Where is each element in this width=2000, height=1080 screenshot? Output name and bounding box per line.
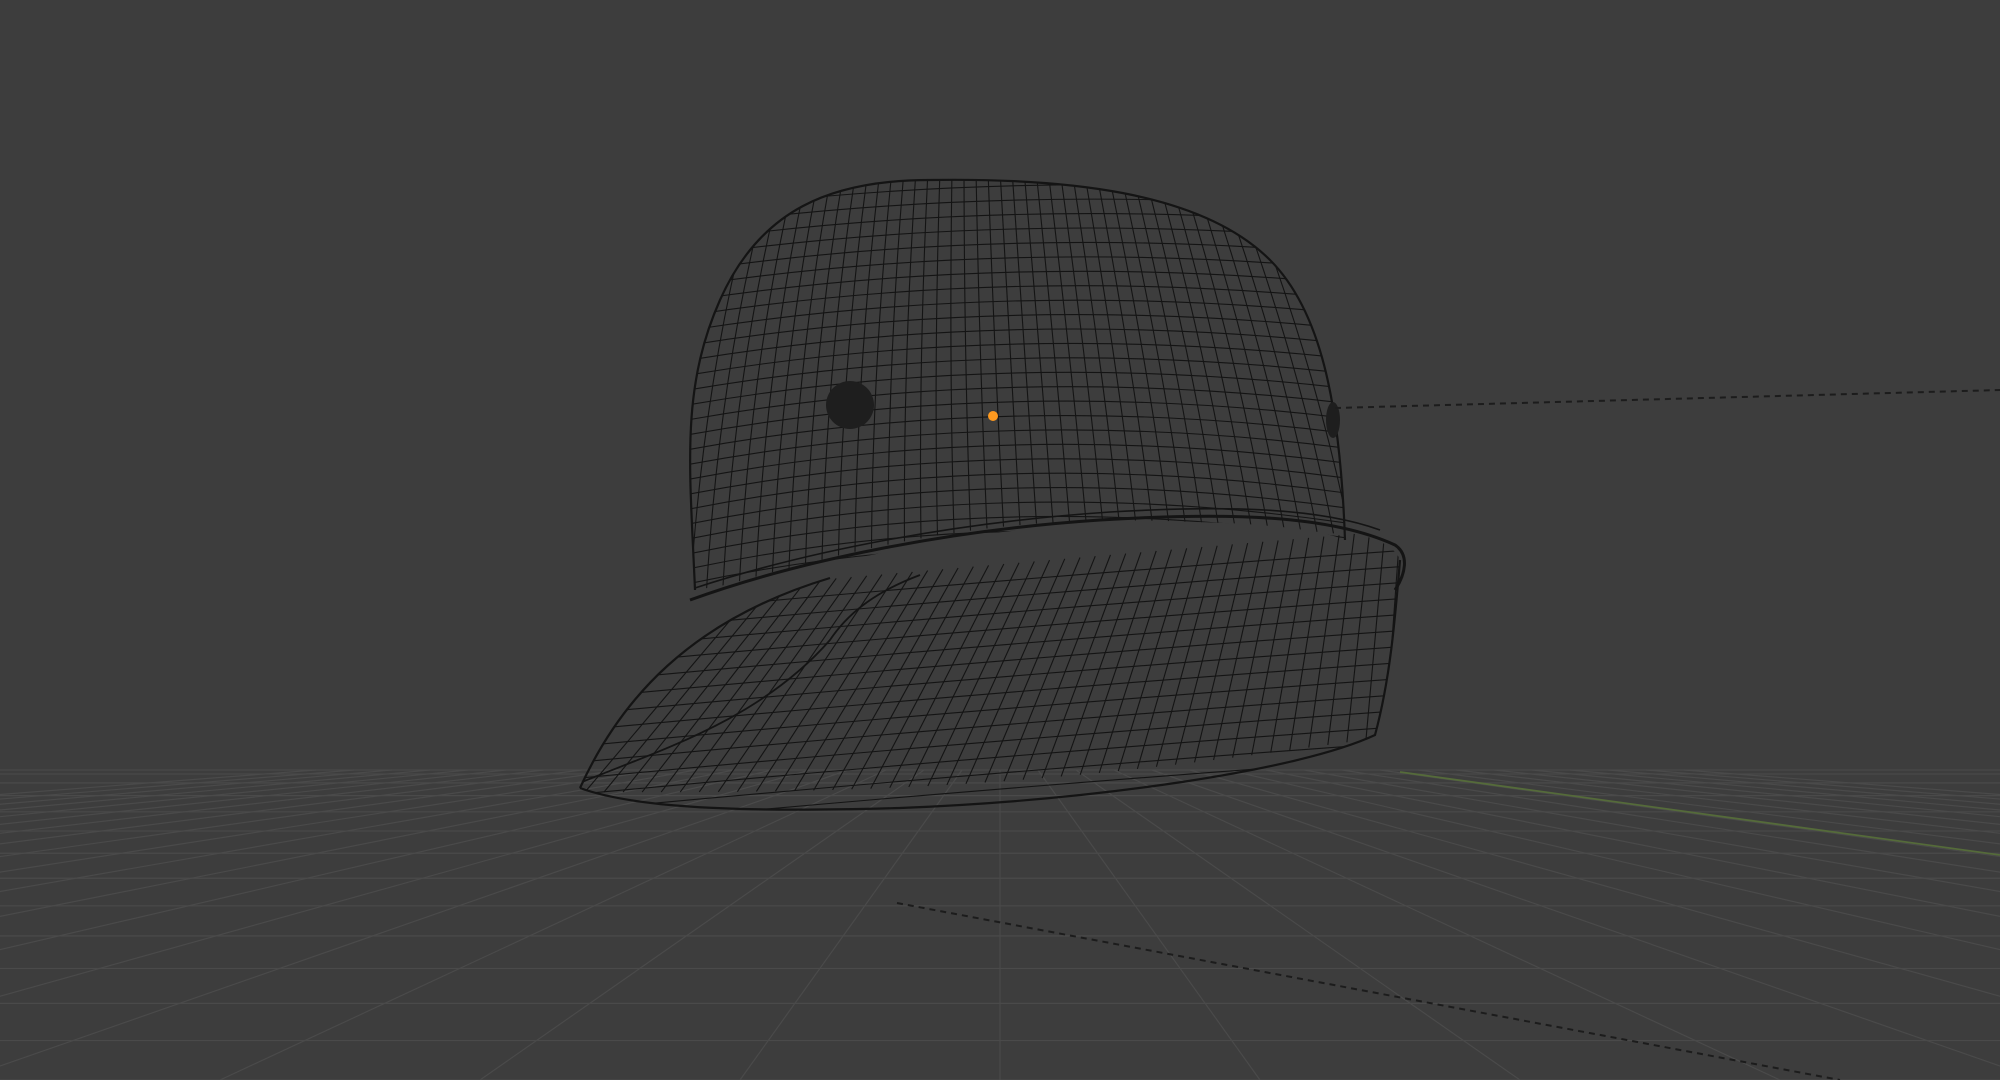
grid-line <box>0 769 735 918</box>
y-axis-line <box>1399 771 2000 856</box>
grid-line <box>0 769 317 796</box>
dome-meridian <box>903 179 917 542</box>
brim-horizontal <box>580 549 1400 621</box>
dome-meridian <box>705 179 773 590</box>
dome-latitude <box>690 515 1345 561</box>
grid-line <box>1227 769 2000 951</box>
dome-meridian <box>919 179 929 539</box>
dome-meridian <box>870 179 893 549</box>
viewport-canvas[interactable] <box>0 0 2000 1080</box>
dome-meridian <box>987 179 1005 527</box>
helmet-brim <box>580 529 1400 810</box>
grid-line <box>0 769 849 1067</box>
grid-line <box>1151 769 2000 1067</box>
relationship-line <box>1334 389 2000 409</box>
brim-vertical <box>1270 537 1310 753</box>
relationship-line <box>896 902 1841 1080</box>
brim-vertical <box>794 570 929 792</box>
dome-latitude <box>690 400 1345 441</box>
brim-vertical <box>1060 552 1142 777</box>
visor-edge <box>581 574 921 783</box>
grid-line <box>0 769 773 951</box>
dome-meridian <box>999 179 1021 526</box>
grid-line <box>1645 769 2000 800</box>
brim-vertical <box>1098 549 1172 774</box>
brim-vertical <box>641 580 807 793</box>
grid-line <box>1113 769 1781 1080</box>
dome-latitude <box>690 501 1345 546</box>
brim-vertical <box>870 565 990 789</box>
brim-vertical <box>1155 545 1218 767</box>
brim-vertical <box>832 567 959 791</box>
brim-vertical <box>1174 544 1233 765</box>
dome-meridian <box>690 179 761 590</box>
rivet-left-icon <box>826 381 874 429</box>
brim-vertical <box>1136 546 1203 770</box>
dome-meridian <box>1155 179 1236 525</box>
grid-line <box>1341 769 2000 873</box>
grid-line <box>739 769 963 1080</box>
brim-vertical <box>660 579 822 793</box>
dome-meridian <box>935 179 941 536</box>
dome-meridian <box>950 179 955 533</box>
brim-vertical <box>1117 548 1188 772</box>
grid-line <box>219 769 887 1080</box>
grid-line <box>479 769 925 1080</box>
brim-vertical <box>1003 555 1096 782</box>
grid-line <box>1037 769 1261 1080</box>
3d-viewport[interactable] <box>0 0 2000 1080</box>
dome-meridian <box>854 179 881 552</box>
dome-meridian <box>1083 179 1137 521</box>
dome-meridian <box>1239 179 1345 536</box>
dome-latitude <box>690 285 1345 321</box>
grid-line <box>1607 769 2000 805</box>
brim-vertical <box>1041 553 1127 779</box>
brim-vertical <box>1251 539 1294 756</box>
dome-meridian <box>887 179 905 545</box>
object-origin-icon[interactable] <box>988 411 998 421</box>
dome-meridian <box>1023 179 1054 523</box>
grid-line <box>0 769 659 873</box>
brim-horizontal <box>580 805 1400 810</box>
dome-meridian <box>1095 179 1153 521</box>
dome-meridian <box>821 179 857 560</box>
helmet-dome <box>690 179 1345 590</box>
brim-vertical <box>1079 550 1157 775</box>
grid-line <box>0 769 393 805</box>
dome-meridian <box>1179 179 1269 528</box>
dome-meridian <box>1035 179 1071 522</box>
floor-grid <box>0 769 2000 1080</box>
grid-line <box>0 769 545 834</box>
grid-line <box>1075 769 1521 1080</box>
dome-latitude <box>690 530 1345 576</box>
dome-meridian <box>804 179 845 564</box>
grid-line <box>1683 769 2000 796</box>
brim-vertical <box>584 584 761 793</box>
grid-line <box>0 769 355 800</box>
dome-meridian <box>1011 179 1038 524</box>
dome-meridian <box>1107 179 1170 522</box>
grid-line <box>1265 769 2000 918</box>
dome-latitude <box>690 270 1345 306</box>
dome-meridian <box>963 179 972 531</box>
dome-latitude <box>690 458 1345 501</box>
brim-vertical <box>1193 542 1249 763</box>
